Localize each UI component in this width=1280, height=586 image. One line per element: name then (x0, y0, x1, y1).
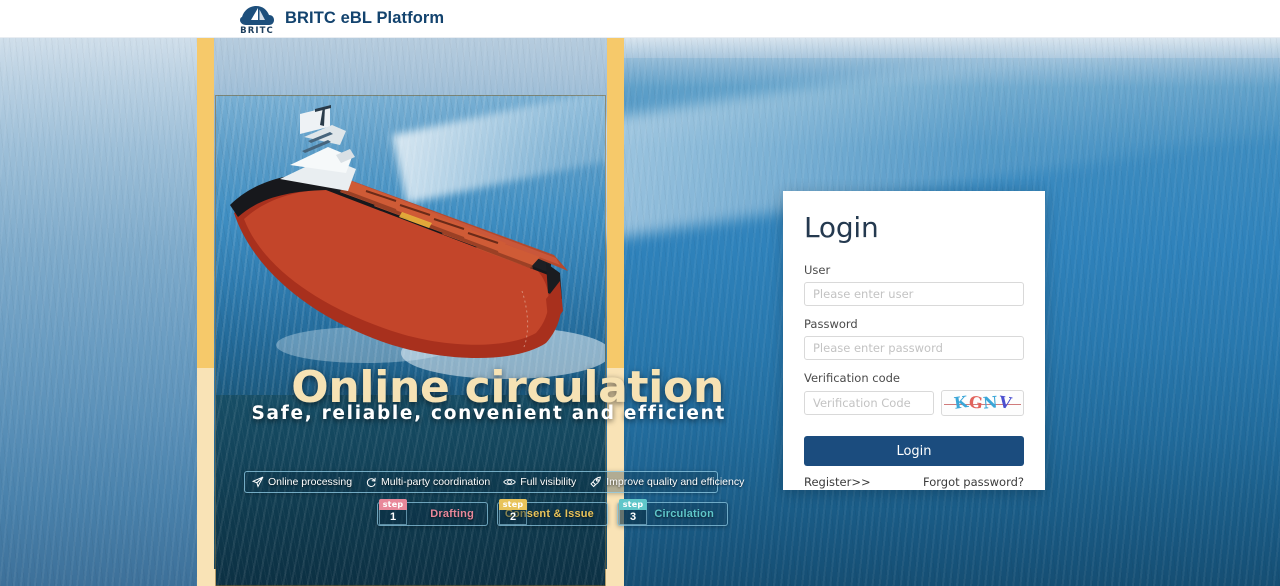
step-number: 3 (619, 510, 647, 525)
svg-text:BRITC: BRITC (240, 26, 274, 35)
forgot-password-link[interactable]: Forgot password? (923, 475, 1024, 489)
step-number: 1 (379, 510, 407, 525)
feature-full-visibility: Full visibility (503, 476, 576, 488)
feature-label: Improve quality and efficiency (606, 476, 745, 488)
password-field-group: Password (804, 317, 1024, 360)
step-tag-label: step (379, 499, 407, 510)
step-item-3: step 3 Circulation (617, 499, 728, 527)
britc-wave-sail-logo-icon: BRITC (238, 3, 276, 35)
login-links: Register>> Forgot password? (804, 475, 1024, 489)
feature-improve-quality: Improve quality and efficiency (589, 476, 744, 488)
step-badge-2: step 2 (499, 499, 527, 527)
step-number: 2 (499, 510, 527, 525)
login-submit-button[interactable]: Login (804, 436, 1024, 466)
step-tag-label: step (619, 499, 647, 510)
step-label: Drafting (430, 508, 474, 520)
register-link[interactable]: Register>> (804, 475, 871, 489)
steps-bar: step 1 Drafting step 2 Consent & Issue s… (377, 499, 728, 527)
step-badge-1: step 1 (379, 499, 407, 527)
rocket-icon (589, 476, 602, 488)
ship-photo (216, 95, 605, 395)
captcha-char: G (967, 392, 984, 413)
captcha-char: N (982, 392, 999, 413)
feature-label: Online processing (268, 476, 353, 488)
step-label: Circulation (654, 508, 714, 520)
app-header: BRITC BRITC eBL Platform (0, 0, 1280, 38)
step-item-2: step 2 Consent & Issue (497, 499, 608, 527)
login-title: Login (804, 211, 879, 244)
ocean-left (0, 38, 200, 586)
user-input[interactable] (804, 282, 1024, 306)
verification-code-input[interactable] (804, 391, 934, 415)
user-label: User (804, 263, 831, 277)
eye-icon (503, 476, 517, 488)
feature-bar: Online processing Multi-party coordinati… (244, 471, 744, 493)
feature-multi-party-coordination: Multi-party coordination (365, 476, 490, 488)
feature-online-processing: Online processing (252, 476, 352, 488)
password-label: Password (804, 317, 858, 331)
bulk-carrier-ship-illustration (230, 105, 605, 379)
verification-field-group: Verification code KGNV (804, 371, 1024, 416)
captcha-char: V (997, 392, 1013, 413)
login-card: Login User Password Verification code KG… (783, 191, 1045, 490)
verification-code-label: Verification code (804, 371, 901, 385)
app-title: BRITC eBL Platform (285, 9, 445, 27)
hero-banner: Online circulation Safe, reliable, conve… (0, 38, 1280, 586)
step-tag-label: step (499, 499, 527, 510)
feature-label: Full visibility (520, 476, 577, 488)
refresh-circle-icon (365, 476, 377, 488)
captcha-image[interactable]: KGNV (941, 390, 1024, 416)
send-plane-icon (252, 476, 264, 488)
password-input[interactable] (804, 336, 1024, 360)
captcha-char: K (952, 392, 969, 413)
user-field-group: User (804, 263, 1024, 306)
verification-row: KGNV (804, 390, 1024, 416)
step-badge-3: step 3 (619, 499, 647, 527)
feature-label: Multi-party coordination (381, 476, 491, 488)
step-item-1: step 1 Drafting (377, 499, 488, 527)
brand[interactable]: BRITC BRITC eBL Platform (238, 3, 444, 35)
